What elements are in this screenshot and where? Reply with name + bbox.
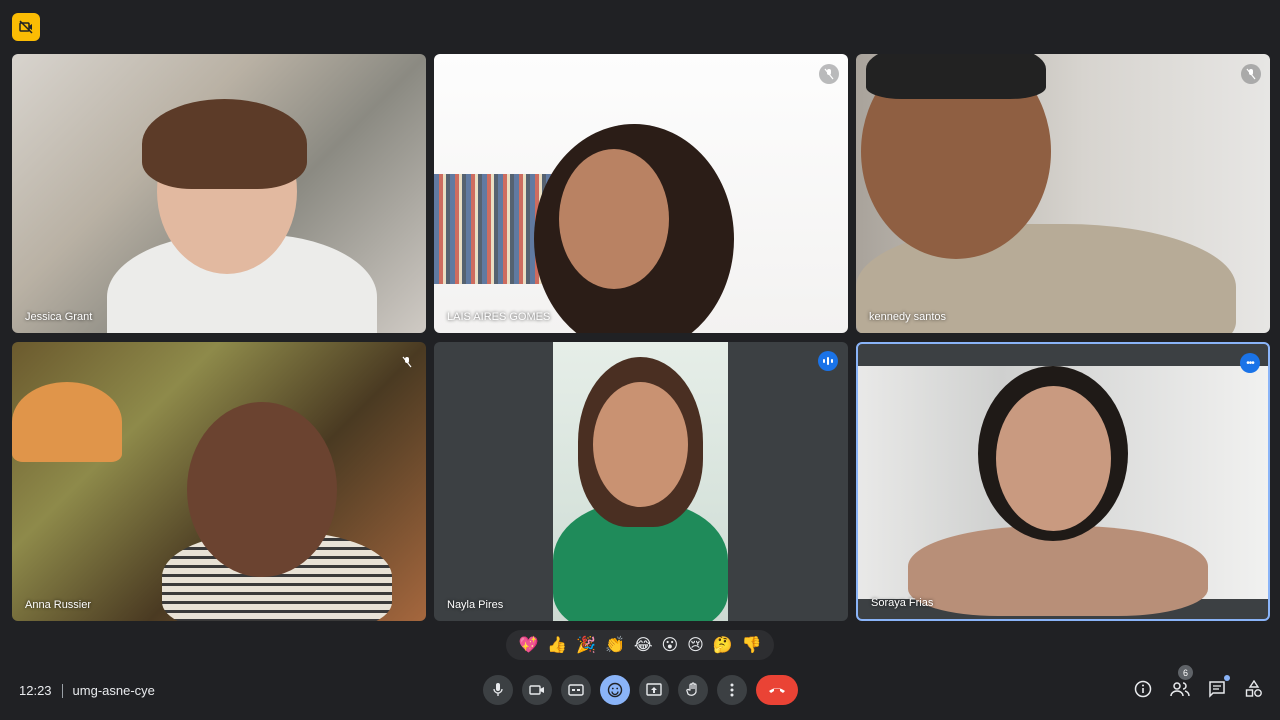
participant-tile[interactable]: Anna Russier bbox=[12, 342, 426, 621]
info-icon bbox=[1134, 680, 1152, 698]
participant-name: kennedy santos bbox=[869, 311, 947, 323]
more-vertical-icon bbox=[730, 683, 734, 697]
people-button[interactable]: 6 bbox=[1170, 665, 1193, 700]
hand-icon bbox=[686, 682, 697, 696]
mic-off-icon bbox=[397, 352, 417, 372]
reaction-thumbs-down[interactable]: 👎 bbox=[742, 637, 762, 653]
unread-dot bbox=[1224, 675, 1230, 681]
participant-name: Anna Russier bbox=[25, 599, 92, 611]
captions-icon bbox=[568, 684, 584, 696]
meeting-code: umg-asne-cye bbox=[72, 683, 155, 698]
reaction-clap[interactable]: 👏 bbox=[605, 637, 625, 653]
speaking-indicator-icon bbox=[818, 351, 838, 371]
participant-tile[interactable]: Jessica Grant bbox=[12, 54, 426, 333]
more-options-button[interactable] bbox=[717, 675, 747, 705]
participant-name: LAIS AIRES GOMES bbox=[447, 311, 551, 323]
side-panel-controls: 6 bbox=[1133, 665, 1264, 700]
raise-hand-button[interactable] bbox=[678, 675, 708, 705]
microphone-icon bbox=[493, 683, 503, 696]
present-icon bbox=[646, 683, 662, 696]
camera-button[interactable] bbox=[522, 675, 552, 705]
participant-tile-pinned[interactable]: ••• Soraya Frias bbox=[856, 342, 1270, 621]
reaction-sad[interactable]: 😢 bbox=[687, 637, 704, 653]
participant-name: Nayla Pires bbox=[447, 599, 504, 611]
participant-name: Soraya Frias bbox=[871, 597, 934, 609]
participant-name: Jessica Grant bbox=[25, 311, 93, 323]
participant-tile[interactable]: Nayla Pires bbox=[434, 342, 848, 621]
hang-up-icon bbox=[769, 688, 785, 693]
no-video-icon bbox=[19, 20, 33, 34]
emoji-icon bbox=[607, 682, 623, 698]
reaction-thumbs-up[interactable]: 👍 bbox=[547, 637, 567, 653]
reaction-thinking[interactable]: 🤔 bbox=[713, 637, 733, 653]
people-icon bbox=[1170, 682, 1190, 697]
meeting-info-badge[interactable] bbox=[12, 13, 40, 41]
participant-tile[interactable]: kennedy santos bbox=[856, 54, 1270, 333]
reaction-heart[interactable]: 💖 bbox=[518, 637, 538, 653]
mic-off-icon bbox=[1241, 64, 1261, 84]
activities-button[interactable] bbox=[1244, 678, 1264, 700]
shapes-icon bbox=[1245, 680, 1262, 697]
leave-call-button[interactable] bbox=[756, 675, 798, 705]
chat-icon bbox=[1209, 681, 1225, 698]
meeting-details-button[interactable] bbox=[1133, 678, 1153, 700]
call-controls bbox=[483, 675, 798, 705]
captions-button[interactable] bbox=[561, 675, 591, 705]
reaction-party[interactable]: 🎉 bbox=[576, 637, 596, 653]
more-options-icon[interactable]: ••• bbox=[1240, 353, 1260, 373]
participant-tile[interactable]: LAIS AIRES GOMES bbox=[434, 54, 848, 333]
divider bbox=[61, 683, 63, 698]
clock-time: 12:23 bbox=[19, 683, 52, 698]
reactions-button[interactable] bbox=[600, 675, 630, 705]
reaction-surprised[interactable]: 😮 bbox=[661, 637, 678, 653]
microphone-button[interactable] bbox=[483, 675, 513, 705]
reactions-bar: 💖 👍 🎉 👏 😂 😮 😢 🤔 👎 bbox=[506, 630, 774, 660]
participant-video bbox=[553, 342, 728, 621]
mic-off-icon bbox=[819, 64, 839, 84]
participant-video bbox=[858, 366, 1268, 616]
people-count-badge: 6 bbox=[1178, 665, 1193, 680]
camera-icon bbox=[529, 685, 544, 695]
reaction-laugh[interactable]: 😂 bbox=[634, 637, 653, 653]
chat-button[interactable] bbox=[1207, 675, 1230, 700]
meeting-details: 12:23 umg-asne-cye bbox=[19, 683, 155, 698]
present-screen-button[interactable] bbox=[639, 675, 669, 705]
